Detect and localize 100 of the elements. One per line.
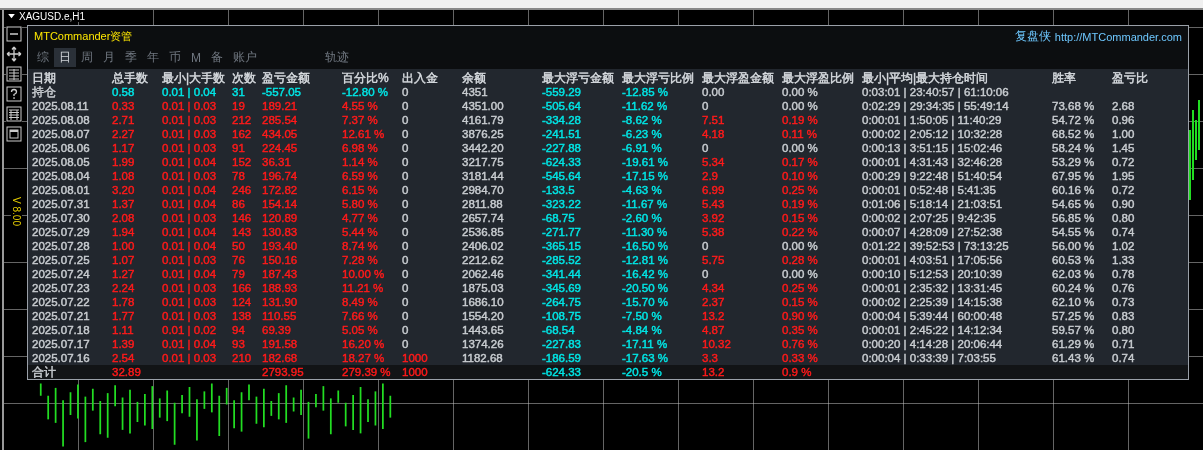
table-cell-text: 1.78 bbox=[112, 295, 136, 309]
table-cell-text: 5.44 % bbox=[342, 225, 379, 239]
table-cell-text: -68.54 bbox=[542, 323, 576, 337]
table-cell-text: 2025.07.16 bbox=[32, 351, 91, 365]
table-cell-text: 3.20 bbox=[112, 183, 136, 197]
table-cell-text: 0.01 | 0.03 bbox=[162, 253, 218, 267]
tab[interactable]: 账户 bbox=[228, 48, 262, 67]
table-cell-text: 2657.74 bbox=[462, 211, 505, 225]
table-cell-text: 1374.26 bbox=[462, 337, 505, 351]
website-link[interactable]: http://MTCommander.com bbox=[1054, 30, 1182, 43]
table-cell-text: -285.52 bbox=[542, 253, 582, 267]
brand-label: 复盘侠 bbox=[1014, 28, 1051, 45]
window-icon[interactable] bbox=[6, 126, 22, 142]
tab[interactable]: 币 bbox=[164, 48, 186, 67]
table-cell-text: 1554.20 bbox=[462, 309, 505, 323]
tab[interactable]: 季 bbox=[120, 48, 142, 67]
table-cell-text: 1.00 bbox=[1112, 127, 1136, 141]
table-cell-text: 2025.07.31 bbox=[32, 197, 91, 211]
tab[interactable]: 综 bbox=[32, 48, 54, 67]
table-cell-text: -2.60 % bbox=[622, 211, 663, 225]
column-header: 次数 bbox=[232, 71, 257, 85]
table-cell-text: 1.39 bbox=[112, 337, 136, 351]
table-cell-text: 0.01 | 0.04 bbox=[162, 197, 218, 211]
table-cell-text: -16.50 % bbox=[622, 239, 670, 253]
table-cell-text: 0.76 bbox=[1112, 281, 1136, 295]
table-cell-text: 62.10 % bbox=[1052, 295, 1096, 309]
table-cell-text: 172.82 bbox=[262, 183, 299, 197]
table-cell-text: 0.58 bbox=[112, 85, 136, 99]
table-cell-text: 0:00:01 | 1:50:05 | 11:40:29 bbox=[862, 113, 1003, 127]
table-cell-text: 2025.08.08 bbox=[32, 113, 91, 127]
tab[interactable]: M bbox=[186, 48, 206, 67]
table-cell-text: 2.54 bbox=[112, 351, 136, 365]
table-cell-text: 0.00 % bbox=[782, 141, 819, 155]
table-cell-text: 0.72 bbox=[1112, 155, 1136, 169]
table-cell-text: 4161.79 bbox=[462, 113, 505, 127]
column-header: 出入金 bbox=[402, 71, 439, 85]
tab[interactable]: 月 bbox=[98, 48, 120, 67]
table-cell-text: 138 bbox=[232, 309, 253, 323]
table-cell-text: 0.01 | 0.03 bbox=[162, 309, 218, 323]
table-cell-text: 2.08 bbox=[112, 211, 136, 225]
table-cell-text: 54.65 % bbox=[1052, 197, 1096, 211]
tab[interactable]: 轨迹 bbox=[320, 48, 354, 67]
table-cell-text: 3217.75 bbox=[462, 155, 505, 169]
table-cell-text: 62.03 % bbox=[1052, 267, 1096, 281]
table-cell-text: 0.73 bbox=[1112, 295, 1136, 309]
table-cell-text: -15.70 % bbox=[622, 295, 670, 309]
table-cell-text: 0.01 | 0.03 bbox=[162, 351, 218, 365]
table-cell-text: 1.27 bbox=[112, 267, 136, 281]
table-cell-text: 3.3 bbox=[702, 351, 719, 365]
table-cell-text: 187.43 bbox=[262, 267, 299, 281]
dropdown-icon[interactable] bbox=[8, 14, 15, 19]
table-cell-text: 68.52 % bbox=[1052, 127, 1096, 141]
table-cell-text: 7.51 bbox=[702, 113, 726, 127]
table-cell-text: 0.00 % bbox=[782, 99, 819, 113]
table-cell-text: -624.33 bbox=[542, 155, 582, 169]
tab[interactable]: 备 bbox=[206, 48, 228, 67]
table-cell-text: 60.24 % bbox=[1052, 281, 1096, 295]
table-cell-text: -19.61 % bbox=[622, 155, 670, 169]
table-cell-text: 2.27 bbox=[112, 127, 136, 141]
table-cell-text: 0.25 % bbox=[782, 183, 819, 197]
table-cell-text: -16.42 % bbox=[622, 267, 670, 281]
tab[interactable]: 周 bbox=[76, 48, 98, 67]
table-cell-text: -345.69 bbox=[542, 281, 582, 295]
minimize-icon[interactable] bbox=[6, 26, 22, 42]
table-cell-text: 1.45 bbox=[1112, 141, 1136, 155]
table-cell-text: 1.07 bbox=[112, 253, 136, 267]
table-cell-text: 210 bbox=[232, 351, 253, 365]
tab[interactable]: 日 bbox=[54, 48, 76, 67]
table-cell-text: 1686.10 bbox=[462, 295, 505, 309]
table-cell-text: -6.91 % bbox=[622, 141, 663, 155]
table-cell-text: 5.43 bbox=[702, 197, 726, 211]
table-cell-text: 0 bbox=[702, 99, 710, 113]
table-cell-text: 0:00:20 | 4:14:28 | 20:06:44 bbox=[862, 337, 1004, 351]
help-icon[interactable] bbox=[6, 86, 22, 102]
table-cell-text: 91 bbox=[232, 141, 246, 155]
tab[interactable]: 年 bbox=[142, 48, 164, 67]
grid-icon[interactable] bbox=[6, 66, 22, 82]
table-cell-text: 50 bbox=[232, 239, 246, 253]
table-cell-text: 0 bbox=[402, 169, 410, 183]
table-cell-text: 36.31 bbox=[262, 155, 292, 169]
table-cell-text: 0.80 bbox=[1112, 211, 1136, 225]
table-cell-text: 1.99 bbox=[112, 155, 136, 169]
table-cell-text: -68.75 bbox=[542, 211, 576, 225]
table-cell-text: 2406.02 bbox=[462, 239, 505, 253]
table-cell-text: 4.77 % bbox=[342, 211, 379, 225]
table-cell-text: 0 bbox=[402, 309, 410, 323]
table-cell-text: 0.01 | 0.04 bbox=[162, 337, 218, 351]
table-cell-text: 73.68 % bbox=[1052, 99, 1096, 113]
table-cell-text: 6.98 % bbox=[342, 141, 379, 155]
table-cell-text: 31 bbox=[232, 85, 246, 99]
table-cell-text: 54.55 % bbox=[1052, 225, 1096, 239]
table-cell-text: 16.20 % bbox=[342, 337, 386, 351]
table-cell-text: 0 bbox=[402, 225, 410, 239]
table-cell-text: -12.81 % bbox=[622, 253, 670, 267]
list-icon[interactable] bbox=[6, 106, 22, 122]
table-cell-text: -4.63 % bbox=[622, 183, 663, 197]
table-cell-text: 61.43 % bbox=[1052, 351, 1096, 365]
table-cell-text: 0.25 % bbox=[782, 281, 819, 295]
table-cell-text: -365.15 bbox=[542, 239, 582, 253]
chart-symbol-title: XAGUSD.e,H1 bbox=[19, 11, 86, 22]
